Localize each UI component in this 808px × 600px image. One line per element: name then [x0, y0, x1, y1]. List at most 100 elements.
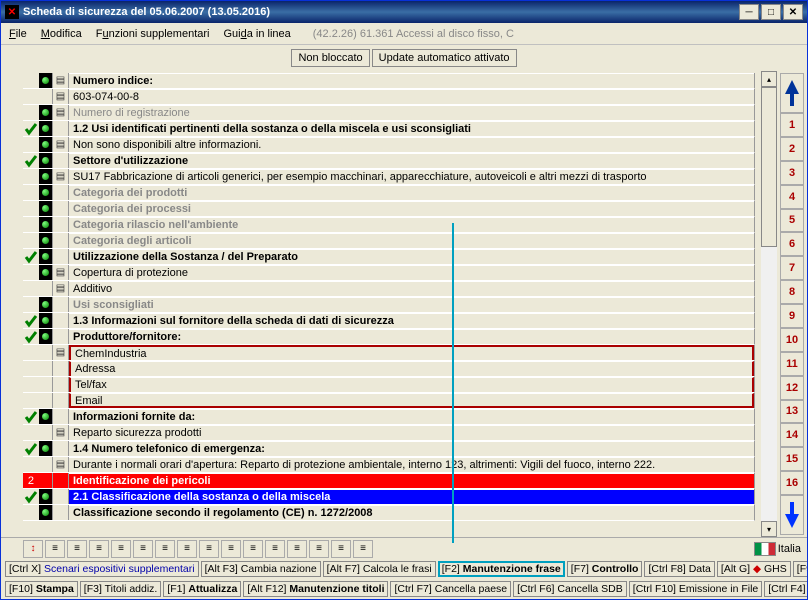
row-sec2[interactable]: 2Identificazione dei pericoli	[23, 473, 755, 489]
row-cat-prodotti[interactable]: Categoria dei prodotti	[23, 185, 755, 201]
row-light-icon	[39, 89, 53, 104]
fn-F10[interactable]: [F10] Stampa	[5, 581, 78, 597]
row-numero-indice-val[interactable]: ▤603-074-00-8	[23, 89, 755, 105]
fn-CtrlF4[interactable]: [Ctrl F4] Marcature	[764, 581, 807, 597]
update-automatico-button[interactable]: Update automatico attivato	[372, 49, 517, 67]
row-produttore[interactable]: Produttore/fornitore:	[23, 329, 755, 345]
tool-lines-5-icon[interactable]: ≡	[133, 540, 153, 558]
tool-lines-6-icon[interactable]: ≡	[155, 540, 175, 558]
menu-file[interactable]: File	[9, 28, 27, 40]
row-text: Additivo	[69, 281, 754, 296]
menu-guida[interactable]: Guida in linea	[223, 28, 290, 40]
side-num-1[interactable]: 1	[780, 113, 804, 137]
tool-lines-8-icon[interactable]: ≡	[199, 540, 219, 558]
fn-F7[interactable]: [F7] Controllo	[567, 561, 643, 577]
row-reparto[interactable]: ▤Reparto sicurezza prodotti	[23, 425, 755, 441]
row-2-1[interactable]: 2.1 Classificazione della sostanza o del…	[23, 489, 755, 505]
tool-lines-12-icon[interactable]: ≡	[287, 540, 307, 558]
row-light-icon	[39, 489, 53, 504]
tool-lines-9-icon[interactable]: ≡	[221, 540, 241, 558]
fn-AltF3[interactable]: [Alt F3] Cambia nazione	[201, 561, 321, 577]
row-additivo[interactable]: ▤Additivo	[23, 281, 755, 297]
tool-lines-2-icon[interactable]: ≡	[67, 540, 87, 558]
close-button[interactable]: ✕	[783, 4, 803, 20]
tool-lines-15-icon[interactable]: ≡	[353, 540, 373, 558]
row-cat-articoli[interactable]: Categoria degli articoli	[23, 233, 755, 249]
fn-AltF12[interactable]: [Alt F12] Manutenzione titoli	[243, 581, 388, 597]
side-num-4[interactable]: 4	[780, 185, 804, 209]
fn-CtrlF7[interactable]: [Ctrl F7] Cancella paese	[390, 581, 511, 597]
side-nav-down[interactable]	[780, 495, 804, 535]
tool-lines-4-icon[interactable]: ≡	[111, 540, 131, 558]
tool-lines-14-icon[interactable]: ≡	[331, 540, 351, 558]
row-light-icon	[39, 377, 53, 392]
fn-AltG[interactable]: [Alt G] ◆ GHS	[717, 561, 791, 577]
side-num-8[interactable]: 8	[780, 280, 804, 304]
row-settore-util[interactable]: Settore d'utilizzazione	[23, 153, 755, 169]
row-light-icon	[39, 393, 53, 408]
row-durante[interactable]: ▤Durante i normali orari d'apertura: Rep…	[23, 457, 755, 473]
maximize-button[interactable]: □	[761, 4, 781, 20]
row-util-sostanza[interactable]: Utilizzazione della Sostanza / del Prepa…	[23, 249, 755, 265]
row-cat-processi[interactable]: Categoria dei processi	[23, 201, 755, 217]
side-num-16[interactable]: 16	[780, 471, 804, 495]
row-numero-reg[interactable]: ▤Numero di registrazione	[23, 105, 755, 121]
row-cat-rilascio[interactable]: Categoria rilascio nell'ambiente	[23, 217, 755, 233]
fn-CtrlF6[interactable]: [Ctrl F6] Cancella SDB	[513, 581, 627, 597]
minimize-button[interactable]: ─	[739, 4, 759, 20]
row-copertura[interactable]: ▤Copertura di protezione	[23, 265, 755, 281]
menu-funzioni[interactable]: Funzioni supplementari	[96, 28, 210, 40]
row-usi-identificati[interactable]: 1.2 Usi identificati pertinenti della so…	[23, 121, 755, 137]
fn-row-1: [Ctrl X] Scenari espositivi supplementar…	[1, 559, 807, 579]
side-num-9[interactable]: 9	[780, 304, 804, 328]
row-adressa[interactable]: Adressa	[23, 361, 755, 377]
row-text: 2.1 Classificazione della sostanza o del…	[69, 489, 754, 504]
side-num-15[interactable]: 15	[780, 447, 804, 471]
row-telfax[interactable]: Tel/fax	[23, 377, 755, 393]
side-num-7[interactable]: 7	[780, 256, 804, 280]
side-num-10[interactable]: 10	[780, 328, 804, 352]
fn-CtrlF8[interactable]: [Ctrl F8] Data	[644, 561, 714, 577]
tool-lines-1-icon[interactable]: ≡	[45, 540, 65, 558]
side-nav-up[interactable]	[780, 73, 804, 113]
tool-lines-11-icon[interactable]: ≡	[265, 540, 285, 558]
fn-F9[interactable]: [F9] Clienti	[793, 561, 807, 577]
fn-AltF7[interactable]: [Alt F7] Calcola le frasi	[323, 561, 436, 577]
row-chem[interactable]: ▤ChemIndustria	[23, 345, 755, 361]
fn-F3[interactable]: [F3] Titoli addiz.	[80, 581, 162, 597]
scrollbar[interactable]: ▴ ▾	[761, 71, 777, 537]
menu-modifica[interactable]: Modifica	[41, 28, 82, 40]
fn-CtrlX[interactable]: [Ctrl X] Scenari espositivi supplementar…	[5, 561, 199, 577]
tool-lines-13-icon[interactable]: ≡	[309, 540, 329, 558]
fn-F1[interactable]: [F1] Attualizza	[163, 581, 241, 597]
row-1-3[interactable]: 1.3 Informazioni sul fornitore della sch…	[23, 313, 755, 329]
fn-F2[interactable]: [F2] Manutenzione frase	[438, 561, 565, 577]
side-num-11[interactable]: 11	[780, 352, 804, 376]
tool-lines-10-icon[interactable]: ≡	[243, 540, 263, 558]
row-1-4[interactable]: 1.4 Numero telefonico di emergenza:	[23, 441, 755, 457]
side-num-5[interactable]: 5	[780, 209, 804, 233]
row-su17[interactable]: ▤SU17 Fabbricazione di articoli generici…	[23, 169, 755, 185]
row-usi-sconsigliati[interactable]: Usi sconsigliati	[23, 297, 755, 313]
non-bloccato-button[interactable]: Non bloccato	[291, 49, 369, 67]
scroll-thumb[interactable]	[761, 87, 777, 247]
side-num-6[interactable]: 6	[780, 232, 804, 256]
tool-lines-3-icon[interactable]: ≡	[89, 540, 109, 558]
row-class-reg[interactable]: Classificazione secondo il regolamento (…	[23, 505, 755, 521]
fn-CtrlF10[interactable]: [Ctrl F10] Emissione in File	[629, 581, 762, 597]
side-num-12[interactable]: 12	[780, 376, 804, 400]
row-info-fornite[interactable]: Informazioni fornite da:	[23, 409, 755, 425]
side-num-2[interactable]: 2	[780, 137, 804, 161]
side-num-13[interactable]: 13	[780, 400, 804, 424]
row-email[interactable]: Email	[23, 393, 755, 409]
scroll-up-button[interactable]: ▴	[761, 71, 777, 87]
side-num-14[interactable]: 14	[780, 423, 804, 447]
scroll-track[interactable]	[761, 87, 777, 521]
row-numero-indice[interactable]: ▤Numero indice:	[23, 73, 755, 89]
row-non-disponibili[interactable]: ▤Non sono disponibili altre informazioni…	[23, 137, 755, 153]
side-num-3[interactable]: 3	[780, 161, 804, 185]
scroll-down-button[interactable]: ▾	[761, 521, 777, 537]
tool-lines-7-icon[interactable]: ≡	[177, 540, 197, 558]
tool-red-arrow-icon[interactable]: ↕	[23, 540, 43, 558]
row-light-icon	[39, 457, 53, 472]
